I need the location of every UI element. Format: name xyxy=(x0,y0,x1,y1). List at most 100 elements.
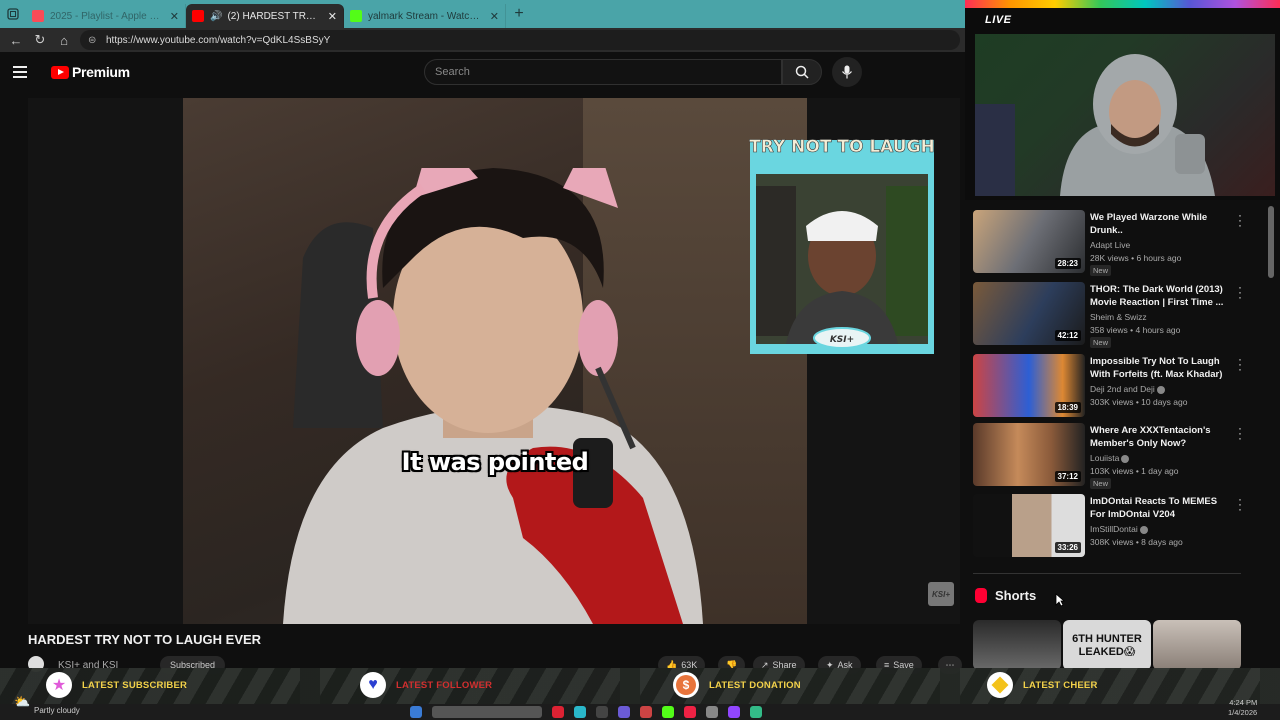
app-icon[interactable] xyxy=(750,706,762,718)
site-info-icon[interactable]: ⊜ xyxy=(88,35,102,46)
list-item[interactable]: 42:12 THOR: The Dark World (2013) Movie … xyxy=(973,281,1248,348)
latest-follower-alert: ♥ LATEST FOLLOWER xyxy=(360,672,492,698)
search-input[interactable]: Search xyxy=(424,59,782,85)
new-badge: New xyxy=(1090,478,1112,489)
close-tab-icon[interactable]: ✕ xyxy=(490,10,499,23)
short-thumbnail[interactable] xyxy=(973,620,1061,670)
latest-cheer-alert: LATEST CHEER xyxy=(987,672,1098,698)
list-item[interactable]: 28:23 We Played Warzone While Drunk.. Ad… xyxy=(973,209,1248,276)
stream-webcam-overlay: LIVE xyxy=(965,0,1280,200)
app-icon[interactable] xyxy=(706,706,718,718)
url-text: https://www.youtube.com/watch?v=QdKL4SsB… xyxy=(106,34,331,46)
new-badge: New xyxy=(1090,265,1112,276)
kick-favicon-icon xyxy=(350,10,362,22)
short-label: 6TH HUNTER LEAKED😱 xyxy=(1072,632,1142,658)
rec-title[interactable]: ImDOntai Reacts To MEMES For ImDOntai V2… xyxy=(1090,495,1230,521)
new-badge: New xyxy=(1090,337,1112,348)
rec-title[interactable]: We Played Warzone While Drunk.. xyxy=(1090,211,1230,237)
tab-apple-music[interactable]: 2025 - Playlist - Apple Music ✕ xyxy=(26,4,186,28)
video-caption: It was pointed xyxy=(401,448,589,476)
weather-text[interactable]: Partly cloudy xyxy=(34,706,80,715)
streamer-figure xyxy=(283,168,703,624)
clock-time: 4:24 PM xyxy=(1229,698,1258,707)
windows-taskbar: ⛅ Partly cloudy 4:24 PM 1/4/2026 xyxy=(0,694,1280,720)
video-thumbnail[interactable]: 18:39 xyxy=(973,354,1085,417)
star-icon: ★ xyxy=(46,672,72,698)
more-options-icon[interactable]: · · · xyxy=(1236,493,1244,515)
video-thumbnail[interactable]: 28:23 xyxy=(973,210,1085,273)
rec-channel[interactable]: Deji 2nd and Deji xyxy=(1090,384,1165,394)
youtube-logo[interactable]: Premium xyxy=(51,64,130,80)
duration-badge: 18:39 xyxy=(1054,402,1081,413)
home-icon[interactable]: ⌂ xyxy=(52,28,76,52)
twitch-icon[interactable] xyxy=(728,706,740,718)
app-icon[interactable] xyxy=(640,706,652,718)
brand-label: Premium xyxy=(72,64,130,80)
taskbar-search[interactable] xyxy=(432,706,542,718)
search-placeholder: Search xyxy=(435,66,470,78)
app-icon[interactable] xyxy=(552,706,564,718)
alert-label: LATEST CHEER xyxy=(1023,679,1098,691)
start-icon[interactable] xyxy=(410,706,422,718)
rec-channel[interactable]: ImStillDontai xyxy=(1090,524,1148,534)
workspaces-icon[interactable] xyxy=(0,0,26,28)
rec-channel[interactable]: Sheim & Swizz xyxy=(1090,312,1147,322)
tab-kick[interactable]: yalmark Stream - Watch Live on Kick ✕ xyxy=(344,4,506,28)
short-thumbnail[interactable] xyxy=(1153,620,1241,670)
reload-icon[interactable]: ↻ xyxy=(28,28,52,52)
youtube-favicon-icon xyxy=(192,10,204,22)
live-label: LIVE xyxy=(985,14,1012,26)
list-item[interactable]: 37:12 Where Are XXXTentacion's Member's … xyxy=(973,422,1248,489)
video-thumbnail[interactable]: 37:12 xyxy=(973,423,1085,486)
tab-title: (2) HARDEST TRY NOT TO LAUGH xyxy=(227,10,322,22)
sidebar-scrollbar[interactable] xyxy=(1268,206,1274,278)
voice-search-button[interactable] xyxy=(832,57,862,87)
back-icon[interactable]: ← xyxy=(4,28,28,52)
mouse-cursor-icon xyxy=(1055,593,1065,607)
app-icon[interactable] xyxy=(684,706,696,718)
more-options-icon[interactable]: · · · xyxy=(1236,281,1244,303)
rec-title[interactable]: THOR: The Dark World (2013) Movie Reacti… xyxy=(1090,283,1230,309)
video-thumbnail[interactable]: 42:12 xyxy=(973,282,1085,345)
verified-icon xyxy=(1121,454,1130,463)
diamond-icon xyxy=(987,672,1013,698)
tab-youtube[interactable]: 🔊 (2) HARDEST TRY NOT TO LAUGH ✕ xyxy=(186,4,344,28)
close-tab-icon[interactable]: ✕ xyxy=(328,10,337,23)
rec-channel[interactable]: Louiista xyxy=(1090,453,1130,463)
duration-badge: 37:12 xyxy=(1054,471,1081,482)
address-bar: ← ↻ ⌂ ⊜ https://www.youtube.com/watch?v=… xyxy=(0,28,965,52)
microphone-icon xyxy=(842,65,852,79)
latest-donation-alert: $ LATEST DONATION xyxy=(673,672,801,698)
close-tab-icon[interactable]: ✕ xyxy=(170,10,179,23)
rec-channel[interactable]: Adapt Live xyxy=(1090,240,1130,250)
more-options-icon[interactable]: · · · xyxy=(1236,209,1244,231)
video-player[interactable]: It was pointed TRY NOT TO LAUGH KSI+ KSI… xyxy=(28,98,960,624)
weather-icon[interactable]: ⛅ xyxy=(14,694,30,710)
channel-watermark[interactable]: KSI+ xyxy=(928,582,954,606)
stream-alerts-bar: ★ LATEST SUBSCRIBER ♥ LATEST FOLLOWER $ … xyxy=(0,668,1280,704)
more-options-icon[interactable]: · · · xyxy=(1236,353,1244,375)
speaker-icon[interactable]: 🔊 xyxy=(210,11,222,22)
shorts-header: Shorts xyxy=(975,588,1036,603)
rec-title[interactable]: Impossible Try Not To Laugh With Forfeit… xyxy=(1090,355,1230,381)
app-icon[interactable] xyxy=(662,706,674,718)
search-button[interactable] xyxy=(782,59,822,85)
tab-title: 2025 - Playlist - Apple Music xyxy=(50,10,164,22)
new-tab-button[interactable]: + xyxy=(506,5,532,23)
url-field[interactable]: ⊜ https://www.youtube.com/watch?v=QdKL4S… xyxy=(80,30,960,50)
inset-title: TRY NOT TO LAUGH xyxy=(749,137,935,157)
taskbar-apps xyxy=(410,706,762,718)
browser-app-icon[interactable] xyxy=(574,706,586,718)
system-clock[interactable]: 4:24 PM 1/4/2026 xyxy=(1228,698,1257,718)
app-icon[interactable] xyxy=(596,706,608,718)
more-options-icon[interactable]: · · · xyxy=(1236,422,1244,444)
rec-title[interactable]: Where Are XXXTentacion's Member's Only N… xyxy=(1090,424,1230,450)
list-item[interactable]: 33:26 ImDOntai Reacts To MEMES For ImDOn… xyxy=(973,493,1248,558)
discord-icon[interactable] xyxy=(618,706,630,718)
menu-icon[interactable] xyxy=(13,66,41,78)
rec-channel-name: ImStillDontai xyxy=(1090,524,1138,534)
duration-badge: 28:23 xyxy=(1054,258,1081,269)
short-thumbnail[interactable]: 6TH HUNTER LEAKED😱 xyxy=(1063,620,1151,670)
video-thumbnail[interactable]: 33:26 xyxy=(973,494,1085,557)
list-item[interactable]: 18:39 Impossible Try Not To Laugh With F… xyxy=(973,353,1248,418)
